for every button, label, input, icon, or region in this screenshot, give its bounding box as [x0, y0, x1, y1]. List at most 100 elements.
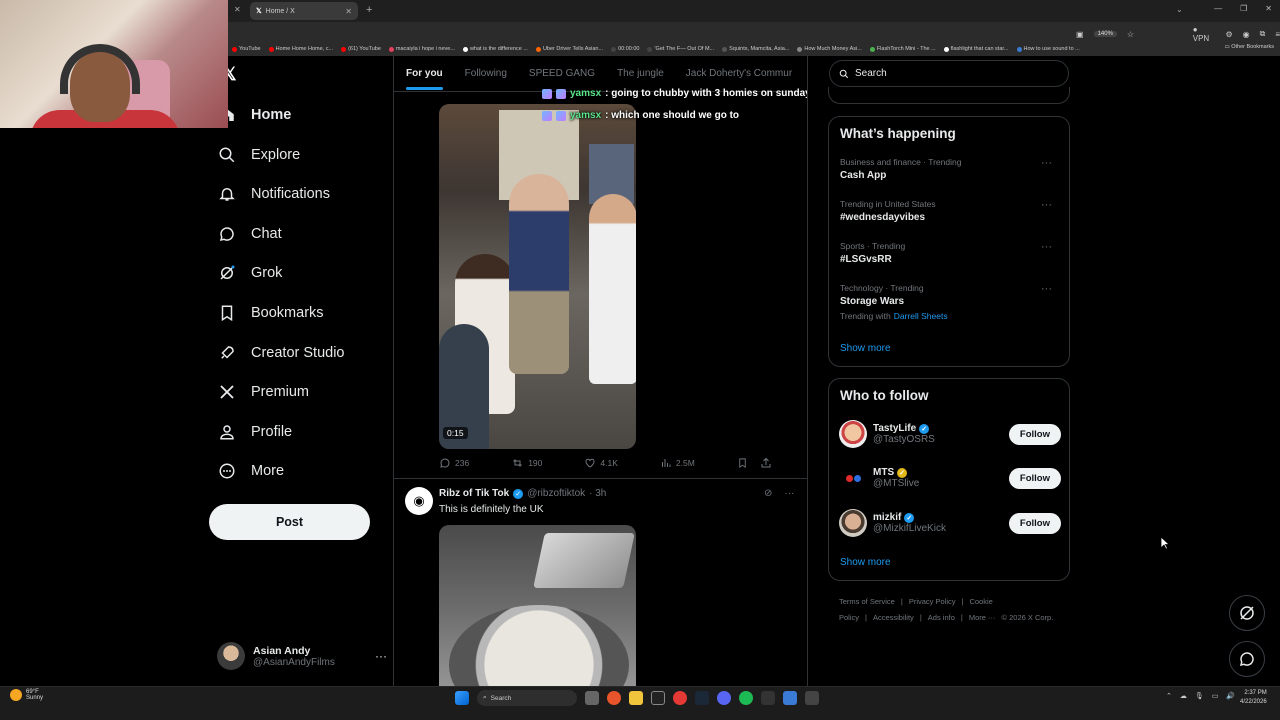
share-button[interactable] [760, 457, 772, 469]
footer-link[interactable]: Privacy Policy [909, 597, 956, 606]
bookmark-item[interactable]: FlashTorch Mini - The ... [869, 46, 936, 52]
search-input[interactable]: Search [829, 60, 1069, 87]
tweet-time[interactable]: · 3h [589, 488, 606, 499]
firefox-icon[interactable] [607, 691, 621, 705]
follow-suggestion[interactable]: mizkif ✓ @MizkifLiveKick Follow [839, 508, 1061, 538]
bookmark-item[interactable]: macaiyla i hope i neve... [388, 46, 455, 52]
nav-item-grok[interactable]: Grok [218, 261, 282, 285]
views-button[interactable]: 2.5M [660, 457, 695, 469]
obs-icon[interactable] [673, 691, 687, 705]
nav-item-chat[interactable]: Chat [218, 222, 282, 246]
feed-tab[interactable]: The jungle [617, 68, 664, 79]
account-switcher[interactable]: Asian Andy @AsianAndyFilms ··· [217, 640, 387, 672]
menu-icon[interactable]: ≡ [1275, 30, 1280, 39]
discord-icon[interactable] [717, 691, 731, 705]
more-dots-icon[interactable]: ··· [1041, 199, 1052, 211]
more-dots-icon[interactable]: ··· [375, 649, 387, 663]
app-icon[interactable] [783, 691, 797, 705]
footer-link[interactable]: Terms of Service [839, 597, 895, 606]
trend-item[interactable]: Sports · Trending #LSGvsRR ··· [840, 241, 1060, 265]
footer-link[interactable]: More ··· [969, 613, 996, 622]
show-more-link[interactable]: Show more [840, 343, 891, 354]
minimize-icon[interactable]: — [1214, 4, 1222, 13]
trend-related-link[interactable]: Darrell Sheets [894, 311, 948, 321]
weather-widget[interactable]: 69°F Sunny [10, 689, 43, 701]
nav-item-explore[interactable]: Explore [218, 143, 300, 167]
nav-item-creator-studio[interactable]: Creator Studio [218, 341, 345, 365]
settings-icon[interactable]: ⚙ [1225, 30, 1232, 39]
tweet-author-name[interactable]: Ribz of Tik Tok [439, 488, 509, 499]
footer-link[interactable]: Ads info [928, 613, 955, 622]
follow-suggestion[interactable]: MTS ✓ @MTSlive Follow [839, 463, 1061, 493]
tweet-author-handle[interactable]: @ribzoftiktok [527, 488, 585, 499]
spotify-icon[interactable] [739, 691, 753, 705]
feed-tab[interactable]: SPEED GANG [529, 68, 595, 79]
window-close-icon[interactable]: ✕ [1265, 4, 1272, 13]
bookmark-item[interactable]: (61) YouTube [341, 46, 381, 52]
more-dots-icon[interactable]: ··· [1041, 283, 1052, 295]
other-bookmarks[interactable]: ▭ Other Bookmarks [1224, 44, 1274, 50]
nav-item-premium[interactable]: Premium [218, 380, 309, 404]
follow-button[interactable]: Follow [1008, 512, 1061, 534]
windows-start-icon[interactable] [455, 691, 469, 705]
task-view-icon[interactable] [585, 691, 599, 705]
close-icon[interactable]: ✕ [345, 7, 352, 16]
footer-link[interactable]: © 2026 X Corp. [1002, 613, 1054, 622]
zoom-level-badge[interactable]: 140% [1093, 31, 1117, 37]
avatar[interactable]: ◉ [405, 487, 433, 515]
repost-button[interactable]: 190 [511, 457, 542, 469]
bookmark-item[interactable]: 00:00:00 [611, 46, 639, 52]
network-icon[interactable]: ▭ [1212, 692, 1219, 700]
tweet-video[interactable] [439, 525, 636, 686]
bookmark-item[interactable]: How Much Money Asi... [797, 46, 862, 52]
trend-item[interactable]: Technology · Trending Storage Wars Trend… [840, 283, 1060, 321]
more-dots-icon[interactable]: ··· [1041, 157, 1052, 169]
chevron-down-icon[interactable]: ⌄ [1176, 5, 1183, 14]
nav-item-notifications[interactable]: Notifications [218, 182, 330, 206]
bookmark-item[interactable]: Squints, Mamcita, Asia... [722, 46, 789, 52]
trend-item[interactable]: Trending in United States #wednesdayvibe… [840, 199, 1060, 223]
footer-link[interactable]: Accessibility [873, 613, 914, 622]
nav-item-more[interactable]: More [218, 459, 284, 483]
star-icon[interactable]: ☆ [1127, 30, 1134, 39]
new-tab-icon[interactable]: + [366, 4, 372, 16]
bookmark-item[interactable]: 'Get The F— Out Of M... [647, 46, 714, 52]
browser-tab-home[interactable]: 𝕏 Home / X ✕ [250, 2, 358, 20]
volume-icon[interactable]: 🔊 [1226, 692, 1235, 700]
reply-button[interactable]: 236 [439, 457, 469, 469]
post-button[interactable]: Post [209, 504, 370, 540]
folder-icon[interactable] [629, 691, 643, 705]
feed-tab[interactable]: Following [465, 68, 507, 79]
follow-button[interactable]: Follow [1008, 423, 1061, 445]
tweet-video[interactable]: 0:15 [439, 104, 636, 449]
more-dots-icon[interactable]: ··· [1041, 241, 1052, 253]
feed-tab[interactable]: For you [406, 68, 443, 90]
clock[interactable]: 2:37 PM 4/22/2026 [1240, 689, 1267, 707]
steam-icon[interactable] [695, 691, 709, 705]
close-tab-icon[interactable]: ✕ [234, 5, 241, 14]
capcut-icon[interactable] [651, 691, 665, 705]
shield-icon[interactable]: ◉ [1243, 30, 1250, 39]
follow-button[interactable]: Follow [1008, 467, 1061, 489]
trend-item[interactable]: Business and finance · Trending Cash App… [840, 157, 1060, 181]
nav-item-home[interactable]: Home [218, 103, 291, 127]
chevron-up-icon[interactable]: ⌃ [1166, 692, 1172, 700]
like-button[interactable]: 4.1K [584, 457, 618, 469]
taskbar-search[interactable]: ⌕ Search [477, 690, 577, 706]
grok-fab-button[interactable] [1229, 595, 1265, 631]
nav-item-profile[interactable]: Profile [218, 420, 292, 444]
bookmark-item[interactable]: what is the difference ... [462, 46, 528, 52]
screen-icon[interactable]: ▣ [1076, 30, 1084, 39]
chat-fab-button[interactable] [1229, 641, 1265, 677]
follow-suggestion[interactable]: TastyLife ✓ @TastyOSRS Follow [839, 419, 1061, 449]
bookmark-item[interactable]: Uber Driver Tells Asian... [535, 46, 603, 52]
bookmark-item[interactable]: YouTube [232, 46, 261, 52]
bookmark-item[interactable]: flashlight that can star... [943, 46, 1009, 52]
mic-icon[interactable]: 🎙 [1195, 692, 1204, 700]
cloud-icon[interactable]: ☁ [1180, 692, 1187, 700]
bookmark-button[interactable] [737, 457, 748, 469]
bookmark-item[interactable]: Home Home Home, c... [268, 46, 333, 52]
extensions-icon[interactable]: ⧉ [1260, 29, 1266, 39]
bookmark-item[interactable]: How to use sound to ... [1016, 46, 1080, 52]
app-icon[interactable] [805, 691, 819, 705]
